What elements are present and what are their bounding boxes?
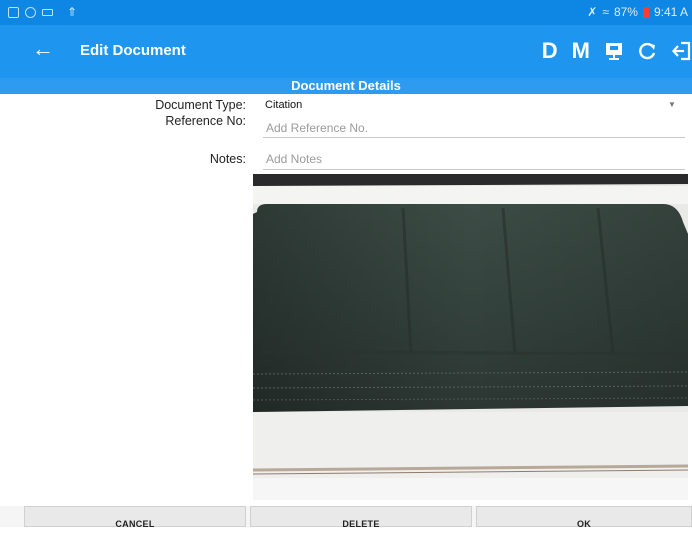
mute-icon: ✗: [587, 5, 598, 19]
notes-input[interactable]: Add Notes: [266, 152, 322, 166]
reference-label: Reference No:: [165, 114, 246, 128]
document-type-select[interactable]: Citation: [265, 99, 302, 111]
status-indicators: ✗ ≈ 87% 9:41 A: [587, 5, 688, 19]
notification-icons: ⇑: [8, 5, 77, 19]
wifi-icon: ≈: [602, 5, 609, 19]
notes-label: Notes:: [209, 152, 246, 166]
clock: 9:41 A: [653, 5, 688, 19]
driver-button[interactable]: D: [542, 38, 558, 64]
document-photo[interactable]: [253, 174, 688, 500]
back-arrow-icon[interactable]: ←: [32, 38, 54, 60]
presentation-icon[interactable]: [604, 41, 624, 61]
toolbar-actions: D M: [542, 37, 692, 65]
page-title: Edit Document: [80, 42, 186, 59]
image-notification-icon: [8, 6, 19, 18]
battery-icon: [642, 6, 649, 18]
refresh-icon[interactable]: [638, 41, 658, 61]
status-bar: ⇑ ✗ ≈ 87% 9:41 A: [0, 0, 692, 25]
sync-notification-icon: [25, 6, 36, 18]
cancel-button[interactable]: CANCEL: [24, 506, 246, 529]
message-button[interactable]: M: [572, 38, 590, 64]
app-toolbar: ← Edit Document D M: [0, 25, 692, 78]
battery-percent: 87%: [613, 5, 638, 19]
ok-button[interactable]: OK: [476, 506, 692, 529]
notes-input-underline: [263, 169, 685, 170]
section-header: Document Details: [0, 78, 692, 94]
upload-notification-icon: ⇑: [67, 5, 78, 19]
reference-input[interactable]: Add Reference No.: [266, 121, 368, 135]
message-notification-icon: [42, 8, 53, 16]
reference-input-underline: [263, 137, 685, 138]
document-type-label: Document Type:: [155, 98, 246, 112]
chevron-down-icon[interactable]: ▼: [668, 100, 676, 109]
exit-icon[interactable]: [672, 40, 692, 62]
delete-button[interactable]: DELETE: [250, 506, 472, 529]
